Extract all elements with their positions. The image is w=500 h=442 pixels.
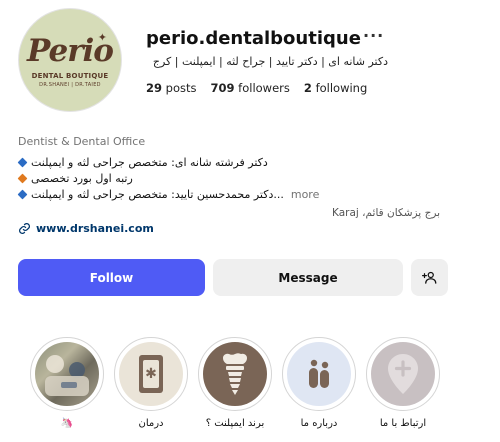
website-url: www.drshanei.com bbox=[36, 222, 154, 235]
highlight-label: درمان bbox=[138, 418, 164, 429]
bio-line: رتبه اول بورد تخصصی bbox=[17, 170, 388, 186]
logo-subtitle: DENTAL BOUTIQUE bbox=[31, 72, 109, 80]
posts-stat[interactable]: 29 posts bbox=[146, 81, 197, 95]
highlight-cover-photo bbox=[35, 342, 99, 406]
blue-diamond-icon bbox=[17, 189, 28, 199]
about-us-people-icon bbox=[309, 359, 329, 388]
message-button[interactable]: Message bbox=[213, 259, 403, 296]
avatar-logo: Perio ✦ DENTAL BOUTIQUE DR.SHANEI | DR.T… bbox=[18, 8, 122, 112]
orange-diamond-icon bbox=[17, 173, 28, 183]
highlight-label: 🦄 bbox=[60, 418, 74, 429]
logo-doctors: DR.SHANEI | DR.TAIED bbox=[39, 82, 101, 88]
sparkle-icon: ✦ bbox=[97, 31, 107, 44]
profile-stats: 29 posts 709 followers 2 following bbox=[146, 81, 367, 95]
profile-category: Dentist & Dental Office bbox=[18, 135, 146, 148]
suggested-accounts-button[interactable] bbox=[411, 259, 448, 296]
highlight-item[interactable]: برند ایمپلنت ؟ bbox=[198, 337, 272, 429]
highlight-label: درباره ما bbox=[300, 418, 338, 429]
highlight-item[interactable]: ✱ درمان bbox=[114, 337, 188, 429]
story-highlights: 🦄 ✱ درمان برند ایمپلنت ؟ درباره ما ارتبا… bbox=[30, 337, 440, 437]
highlight-item[interactable]: درباره ما bbox=[282, 337, 356, 429]
profile-username: perio.dentalboutique bbox=[146, 28, 361, 49]
profile-bio: Dentist & Dental Office دکتر فرشته شانه … bbox=[17, 135, 388, 202]
add-person-icon bbox=[422, 271, 437, 284]
highlight-item[interactable]: 🦄 bbox=[30, 337, 104, 429]
bio-line: ...دکتر محمدحسین تایید: متخصص جراحی لثه … bbox=[17, 186, 388, 202]
highlight-label: برند ایمپلنت ؟ bbox=[205, 418, 265, 429]
following-stat[interactable]: 2 following bbox=[304, 81, 367, 95]
bio-line: دکتر فرشته شانه ای: متخصص جراحی لثه و ای… bbox=[17, 154, 388, 170]
svg-text:✱: ✱ bbox=[145, 366, 157, 382]
follow-button[interactable]: Follow bbox=[18, 259, 205, 296]
highlight-label: ارتباط با ما bbox=[379, 418, 427, 429]
treatment-card-icon: ✱ bbox=[139, 355, 163, 393]
website-link[interactable]: www.drshanei.com bbox=[18, 222, 154, 235]
followers-stat[interactable]: 709 followers bbox=[211, 81, 290, 95]
highlight-item[interactable]: ارتباط با ما bbox=[366, 337, 440, 429]
dental-implant-icon bbox=[223, 353, 247, 395]
profile-tagline: دکتر شانه ای | دکتر تایید | جراح لثه | ا… bbox=[152, 55, 388, 68]
profile-avatar[interactable]: Perio ✦ DENTAL BOUTIQUE DR.SHANEI | DR.T… bbox=[18, 8, 122, 112]
ellipsis-icon[interactable]: ··· bbox=[363, 26, 384, 45]
blue-diamond-icon bbox=[17, 157, 28, 167]
bio-more-link[interactable]: more bbox=[291, 188, 320, 201]
contact-location-pin-icon bbox=[388, 354, 418, 394]
profile-location[interactable]: برج پزشکان قائم، Karaj bbox=[332, 207, 440, 219]
link-icon bbox=[19, 223, 30, 234]
